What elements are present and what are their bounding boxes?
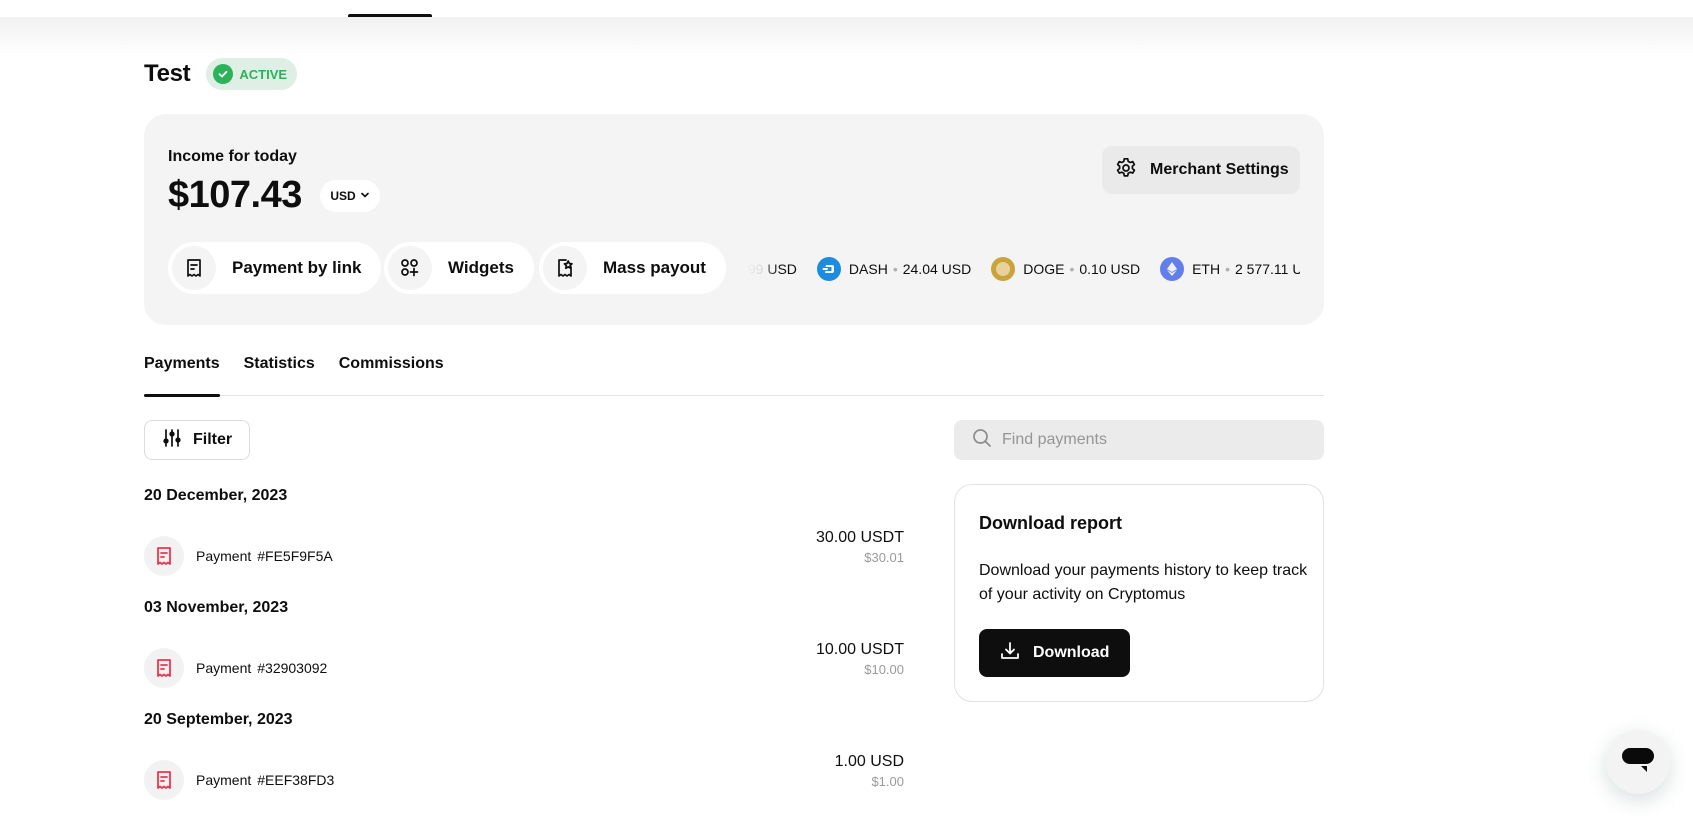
search-box: [954, 420, 1324, 460]
ticker-symbol: ETH: [1192, 261, 1221, 277]
currency-value: USD: [330, 189, 356, 203]
payment-fiat-amount: $10.00: [864, 662, 904, 677]
payment-row[interactable]: Payment #32903092 10.00 USDT $10.00: [144, 641, 904, 689]
top-navigation-bar: [0, 0, 1693, 17]
date-header: 03 November, 2023: [144, 599, 289, 616]
download-label: Download: [1033, 644, 1110, 661]
mass-payout-button[interactable]: Mass payout: [539, 242, 726, 294]
payout-icon: [543, 246, 587, 290]
payment-id: #32903092: [257, 660, 328, 676]
currency-select[interactable]: USD: [320, 180, 380, 212]
status-badge: ACTIVE: [206, 58, 298, 90]
merchant-settings-button[interactable]: Merchant Settings: [1102, 146, 1300, 194]
report-title: Download report: [979, 513, 1122, 533]
receipt-icon: [172, 246, 216, 290]
ticker-separator: •: [892, 261, 898, 277]
payment-crypto-amount: 30.00 USDT: [815, 529, 904, 546]
ticker-symbol: DASH: [848, 261, 888, 277]
filter-label: Filter: [193, 431, 233, 448]
doge-coin-icon: [991, 257, 1016, 281]
merchant-settings-label: Merchant Settings: [1150, 161, 1289, 178]
gear-icon: [1114, 156, 1138, 185]
merchant-title-row: Test ACTIVE: [144, 58, 298, 90]
ticker-item-eth: ETH • 2 577.11 USD: [1160, 257, 1300, 281]
ticker-separator: •: [1225, 261, 1230, 277]
payment-fiat-amount: $1.00: [871, 774, 904, 789]
income-label: Income for today: [168, 148, 297, 165]
chevron-down-icon: [360, 189, 370, 203]
tab-statistics[interactable]: Statistics: [244, 353, 315, 396]
chat-support-button[interactable]: [1606, 730, 1670, 794]
chat-bubble-icon: [1621, 746, 1655, 779]
widgets-button[interactable]: Widgets: [384, 242, 534, 294]
ticker-price: 2 577.11 USD: [1234, 261, 1300, 277]
payment-label: Payment: [196, 548, 252, 564]
payment-by-link-button[interactable]: Payment by link: [168, 242, 382, 294]
payment-fiat-amount: $30.01: [864, 550, 904, 565]
download-button[interactable]: Download: [979, 629, 1130, 677]
ticker-item-dash: DASH • 24.04 USD: [816, 257, 972, 281]
payment-amount: 10.00 USDT $10.00: [816, 641, 904, 677]
crypto-price-ticker: .99 USD DASH • 24.04 USD DOGE • 0.10 USD: [744, 254, 1300, 284]
ticker-symbol: DOGE: [1023, 261, 1065, 277]
page-title: Test: [144, 60, 191, 87]
report-description: Download your payments history to keep t…: [979, 562, 1308, 603]
eth-coin-icon: [1160, 257, 1185, 281]
search-icon: [972, 428, 992, 453]
check-icon: [213, 64, 234, 84]
payment-amount: 1.00 USD $1.00: [835, 753, 904, 789]
status-label: ACTIVE: [239, 66, 288, 82]
tab-commissions[interactable]: Commissions: [339, 353, 444, 396]
income-card: Income for today $107.43 USD Merchant Se…: [144, 114, 1324, 325]
filter-button[interactable]: Filter: [144, 420, 250, 460]
payment-amount: 30.00 USDT $30.01: [816, 529, 904, 565]
payment-label: Payment: [196, 660, 252, 676]
payment-row[interactable]: Payment #FE5F9F5A 30.00 USDT $30.01: [144, 529, 904, 577]
search-input[interactable]: [1002, 431, 1302, 449]
receipt-icon: [144, 760, 184, 800]
sliders-icon: [163, 428, 181, 452]
ticker-item-doge: DOGE • 0.10 USD: [991, 257, 1140, 281]
date-header: 20 December, 2023: [144, 487, 288, 504]
payment-crypto-amount: 1.00 USD: [834, 753, 904, 770]
ticker-price: 0.10 USD: [1079, 261, 1141, 277]
receipt-icon: [144, 648, 184, 688]
widgets-icon: [388, 246, 432, 290]
tab-payments[interactable]: Payments: [144, 353, 220, 397]
ticker-price: 24.04 USD: [902, 261, 972, 277]
download-report-card: Download report Download your payments h…: [954, 484, 1324, 702]
payment-id: #FE5F9F5A: [257, 548, 333, 564]
payment-row[interactable]: Payment #EEF38FD3 1.00 USD $1.00: [144, 753, 904, 801]
payment-label: Payment: [196, 772, 252, 788]
header-shadow: [0, 17, 1693, 57]
payments-tabs: Payments Statistics Commissions: [144, 353, 1324, 397]
mass-payout-label: Mass payout: [603, 258, 706, 277]
payment-by-link-label: Payment by link: [232, 258, 362, 277]
payment-id: #EEF38FD3: [257, 772, 335, 788]
ticker-fade: [744, 254, 780, 284]
income-value: $107.43: [168, 174, 302, 216]
date-header: 20 September, 2023: [144, 711, 293, 728]
widgets-label: Widgets: [448, 258, 514, 277]
payment-crypto-amount: 10.00 USDT: [815, 641, 904, 658]
dash-coin-icon: [816, 257, 841, 281]
receipt-icon: [144, 536, 184, 576]
download-icon: [999, 640, 1021, 667]
ticker-separator: •: [1069, 261, 1075, 277]
